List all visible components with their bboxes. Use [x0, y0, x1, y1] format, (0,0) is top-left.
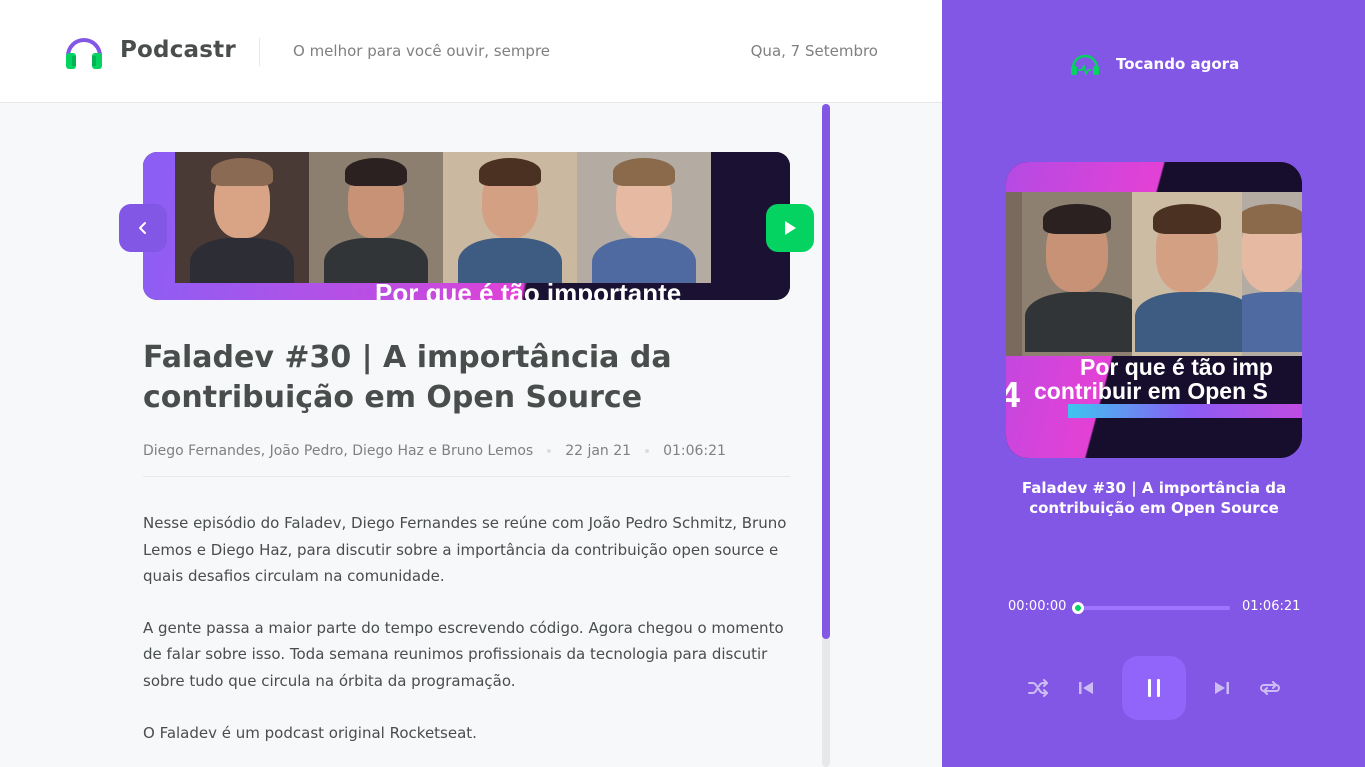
progress-slider[interactable] [1072, 602, 1230, 614]
current-time: 00:00:00 [1008, 599, 1067, 614]
next-button[interactable] [1206, 672, 1238, 704]
progress-handle[interactable] [1072, 602, 1084, 614]
player-episode-title: Faladev #30 | A importância da contribui… [1021, 479, 1287, 517]
meta-separator [547, 449, 552, 453]
headphones-icon [66, 38, 102, 69]
play-icon [785, 221, 796, 235]
player-cover: 4 Por que é tão imp contribuir em Open S [1006, 162, 1302, 458]
current-date: Qua, 7 Setembro [750, 42, 878, 60]
thumbnail-caption: Por que é tão importante [375, 278, 682, 300]
player-controls [1022, 656, 1286, 720]
pause-button[interactable] [1122, 656, 1186, 720]
description-paragraph: Nesse episódio do Faladev, Diego Fernand… [143, 514, 787, 586]
episode-page: Por que é tão importante Faladev #30 | A… [0, 104, 942, 767]
episode-meta: Diego Fernandes, João Pedro, Diego Haz e… [143, 443, 726, 459]
episode-members: Diego Fernandes, João Pedro, Diego Haz e… [143, 443, 534, 459]
repeat-icon [1260, 681, 1280, 695]
app-logo-text: Podcastr [120, 37, 236, 63]
headphones-wave-icon [1071, 54, 1099, 75]
episode-thumbnail: Por que é tão importante [143, 152, 790, 300]
now-playing-header: Tocando agora [1070, 51, 1239, 77]
shuffle-button[interactable] [1022, 672, 1054, 704]
cover-number: 4 [1006, 374, 1021, 415]
previous-button[interactable] [1070, 672, 1102, 704]
back-button[interactable] [119, 204, 167, 252]
pause-icon [1148, 679, 1160, 697]
skip-previous-icon [1079, 682, 1093, 694]
play-episode-button[interactable] [766, 204, 814, 252]
episode-date: 22 jan 21 [565, 443, 632, 459]
shuffle-icon [1028, 679, 1048, 697]
scrollbar-thumb[interactable] [822, 104, 830, 639]
cover-caption: Por que é tão imp [1080, 354, 1273, 380]
app-header: Podcastr O melhor para você ouvir, sempr… [0, 0, 942, 103]
repeat-button[interactable] [1254, 672, 1286, 704]
episode-duration: 01:06:21 [663, 443, 726, 459]
episode-title: Faladev #30 | A importância da contribui… [143, 340, 672, 415]
meta-separator [645, 449, 650, 453]
skip-next-icon [1215, 682, 1229, 694]
total-time: 01:06:21 [1242, 599, 1301, 614]
arrow-left-icon [139, 222, 146, 234]
cover-caption: contribuir em Open S [1034, 378, 1268, 404]
episode-description: Nesse episódio do Faladev, Diego Fernand… [143, 510, 793, 767]
description-paragraph: O Faladev é um podcast original Rocketse… [143, 723, 477, 742]
player-panel: Tocando agora 4 Por que é tão imp contri… [942, 0, 1365, 767]
now-playing-label: Tocando agora [1116, 55, 1240, 73]
description-paragraph: A gente passa a maior parte do tempo esc… [143, 618, 784, 690]
meta-divider [143, 476, 790, 477]
header-divider [259, 38, 260, 66]
app-tagline: O melhor para você ouvir, sempre [293, 42, 551, 60]
